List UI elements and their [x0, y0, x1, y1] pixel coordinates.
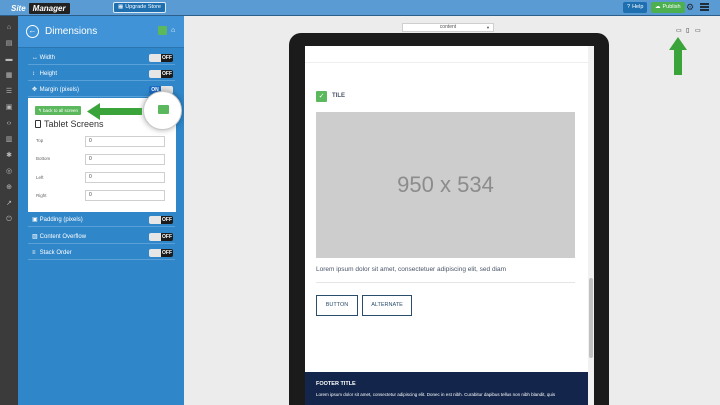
chart-nav-icon[interactable]: ▥: [5, 136, 13, 144]
desktop-view-icon[interactable]: ▭: [695, 28, 701, 34]
target-nav-icon[interactable]: ◎: [5, 168, 13, 176]
save-icon-zoomed: [158, 105, 169, 114]
menu-icon[interactable]: [700, 3, 709, 11]
preview-text: Lorem ipsum dolor sit amet, consectetuer…: [316, 266, 507, 273]
back-arrow-icon[interactable]: ←: [26, 25, 39, 38]
home-nav-icon[interactable]: ⌂: [5, 24, 13, 32]
overflow-toggle[interactable]: OFF: [149, 233, 173, 241]
image-placeholder: 950 x 534: [316, 112, 575, 258]
preview-button[interactable]: BUTTON: [316, 295, 358, 316]
stack-toggle[interactable]: OFF: [149, 249, 173, 257]
panel-title: Dimensions: [45, 26, 98, 37]
site-manager-logo[interactable]: Site Manager: [8, 2, 70, 14]
help-icon: ?: [627, 4, 631, 10]
power-nav-icon[interactable]: ⏻: [5, 216, 13, 224]
folder-nav-icon[interactable]: ▬: [5, 56, 13, 64]
back-to-all-screen-button[interactable]: ↰ back to all screen: [35, 106, 82, 115]
caret-down-icon: ▼: [486, 25, 490, 30]
padding-row[interactable]: ▣ Padding (pixels) OFF: [28, 214, 175, 227]
list-nav-icon[interactable]: ☰: [5, 88, 13, 96]
tablet-screens-title: Tablet Screens: [35, 119, 104, 129]
height-icon: ↕: [32, 71, 35, 77]
top-label: Top: [36, 138, 44, 143]
content-select[interactable]: content ▼: [402, 23, 494, 32]
top-field[interactable]: 0: [85, 136, 165, 147]
bottom-field[interactable]: 0: [85, 154, 165, 165]
image-nav-icon[interactable]: ▣: [5, 104, 13, 112]
right-field[interactable]: 0: [85, 190, 165, 201]
preview-alternate-button[interactable]: ALTERNATE: [362, 295, 412, 316]
upgrade-store-button[interactable]: ▦ Upgrade Store: [113, 2, 166, 13]
footer-title: FOOTER TITLE: [316, 381, 356, 387]
width-row[interactable]: ↔ Width OFF: [28, 52, 175, 65]
annotation-arrow-up: [669, 37, 687, 75]
home-icon[interactable]: ⌂: [171, 27, 175, 34]
footer-text: Lorem ipsum dolor sit amet, consectetur …: [316, 392, 556, 397]
annotation-arrow-left: [87, 103, 142, 120]
cloud-icon: ☁: [655, 4, 661, 10]
check-icon: ✓: [316, 91, 327, 102]
tablet-icon: [35, 120, 41, 128]
width-toggle[interactable]: OFF: [149, 54, 173, 62]
padding-icon: ▣: [32, 217, 38, 223]
panel-header: ← Dimensions ⌂: [18, 16, 184, 48]
share-nav-icon[interactable]: ↗: [5, 200, 13, 208]
width-icon: ↔: [32, 55, 38, 61]
mobile-view-icon[interactable]: ▯: [686, 28, 692, 34]
right-label: Right: [36, 193, 47, 198]
save-icon[interactable]: [158, 26, 167, 35]
overflow-icon: ▨: [32, 234, 38, 240]
globe-nav-icon[interactable]: ⊕: [5, 184, 13, 192]
bottom-label: Bottom: [36, 156, 51, 161]
height-toggle[interactable]: OFF: [149, 70, 173, 78]
content-overflow-row[interactable]: ▨ Content Overflow OFF: [28, 231, 175, 244]
stack-icon: ≡: [32, 250, 36, 256]
preview-footer: FOOTER TITLE Lorem ipsum dolor sit amet,…: [305, 372, 588, 405]
page-nav-icon[interactable]: ▤: [5, 40, 13, 48]
height-row[interactable]: ↕ Height OFF: [28, 68, 175, 81]
store-icon: ▦: [118, 4, 124, 10]
stack-order-row[interactable]: ≡ Stack Order OFF: [28, 247, 175, 260]
tablet-view-icon[interactable]: ▭: [676, 28, 682, 34]
margin-icon: ✥: [32, 87, 38, 93]
tablet-preview-screen: ✓ TILE 950 x 534 Lorem ipsum dolor sit a…: [305, 46, 594, 405]
publish-button[interactable]: ☁ Publish: [651, 2, 685, 13]
top-bar: Site Manager ▦ Upgrade Store ? Help ☁ Pu…: [0, 0, 720, 16]
left-field[interactable]: 0: [85, 172, 165, 183]
help-button[interactable]: ? Help: [623, 2, 648, 13]
left-icon-bar: ⌂ ▤ ▬ ▦ ☰ ▣ ‹› ▥ ✱ ◎ ⊕ ↗ ⏻: [0, 16, 18, 405]
preview-scrollbar[interactable]: [588, 46, 594, 405]
left-label: Left: [36, 175, 44, 180]
zoom-callout: [143, 91, 182, 130]
preview-title: TILE: [332, 93, 345, 99]
padding-toggle[interactable]: OFF: [149, 216, 173, 224]
settings-nav-icon[interactable]: ✱: [5, 152, 13, 160]
grid-nav-icon[interactable]: ▦: [5, 72, 13, 80]
code-nav-icon[interactable]: ‹›: [5, 120, 13, 128]
gear-icon[interactable]: ⚙: [686, 3, 694, 12]
scrollbar-thumb[interactable]: [589, 278, 593, 358]
